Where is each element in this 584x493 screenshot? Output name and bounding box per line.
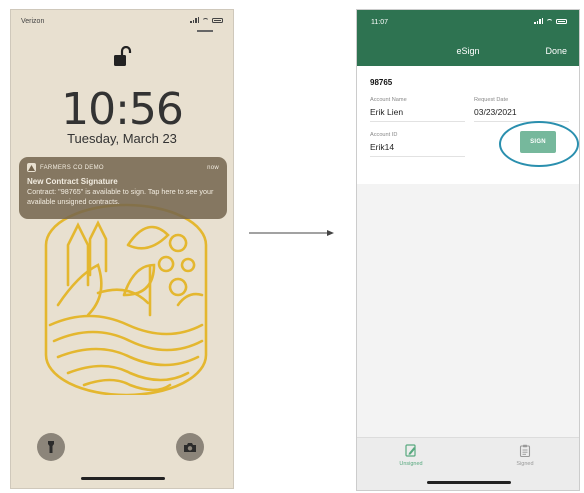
notification-body: Contract: "98765" is available to sign. …: [27, 187, 214, 206]
tab-signed[interactable]: Signed: [485, 444, 565, 467]
home-indicator[interactable]: [427, 481, 511, 484]
contract-id: 98765: [370, 78, 393, 87]
camera-icon: [184, 442, 196, 452]
request-date-label: Request Date: [474, 97, 509, 103]
done-button[interactable]: Done: [545, 46, 567, 56]
lock-screen-date: Tuesday, March 23: [67, 131, 177, 146]
battery-icon: [556, 18, 567, 24]
notification-banner[interactable]: FARMERS CO DEMO now New Contract Signatu…: [19, 157, 227, 219]
divider: [474, 121, 569, 122]
flow-arrow: [249, 230, 334, 236]
home-indicator[interactable]: [81, 477, 165, 480]
tab-unsigned-label: Unsigned: [399, 461, 423, 467]
status-indicator-bar: [197, 30, 213, 32]
status-icons: [190, 17, 223, 23]
divider: [370, 156, 465, 157]
account-name-value: Erik Lien: [370, 107, 404, 117]
edit-document-icon: [405, 444, 416, 457]
request-date-value: 03/23/2021: [474, 107, 517, 117]
unlocked-padlock-icon: [114, 46, 132, 66]
account-id-value: Erik14: [370, 142, 395, 152]
status-time: 11:07: [371, 19, 388, 26]
flashlight-icon: [48, 441, 54, 453]
notification-app-name: FARMERS CO DEMO: [40, 164, 104, 171]
esign-app-phone: 11:07 eSign Done 98765 Account Name Erik…: [356, 9, 580, 491]
wifi-icon: [546, 18, 553, 24]
highlight-circle: [499, 121, 579, 167]
app-header: 11:07 eSign Done: [357, 10, 579, 66]
tab-bar: Unsigned Signed: [357, 437, 579, 490]
wifi-icon: [202, 17, 209, 23]
clipboard-icon: [519, 444, 531, 457]
signal-icon: [190, 17, 199, 23]
camera-button[interactable]: [176, 433, 204, 461]
app-icon: [27, 163, 36, 172]
flashlight-button[interactable]: [37, 433, 65, 461]
lock-screen-time: 10:56: [61, 84, 184, 135]
signal-icon: [534, 18, 543, 24]
tab-signed-label: Signed: [516, 461, 534, 467]
account-id-label: Account ID: [370, 132, 398, 138]
lock-screen-phone: Verizon 10:56 Tuesday, March 23 FARMERS …: [10, 9, 234, 489]
tab-unsigned[interactable]: Unsigned: [371, 444, 451, 467]
notification-title: New Contract Signature: [27, 177, 118, 186]
divider: [370, 121, 465, 122]
notification-time: now: [207, 164, 219, 171]
account-name-label: Account Name: [370, 97, 407, 103]
battery-icon: [212, 17, 223, 23]
status-icons: [534, 18, 567, 24]
carrier-label: Verizon: [21, 18, 45, 25]
